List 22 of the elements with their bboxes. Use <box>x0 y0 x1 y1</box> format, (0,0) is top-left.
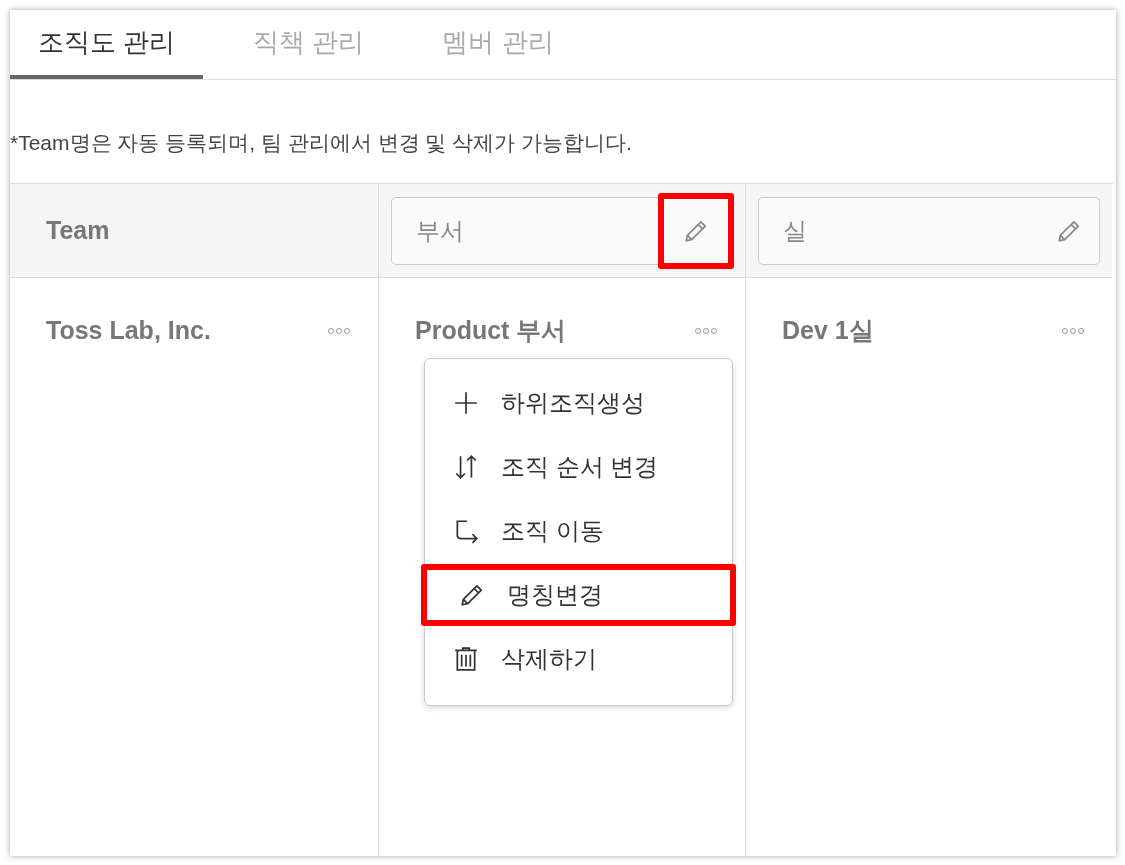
org-node-name[interactable]: Product 부서 <box>415 312 567 350</box>
pencil-icon <box>459 582 485 608</box>
menu-item[interactable]: 조직 순서 변경 <box>425 435 732 499</box>
org-node-name[interactable]: Toss Lab, Inc. <box>46 312 211 350</box>
plus-icon <box>453 390 479 416</box>
turn-arrow-icon <box>453 518 479 544</box>
notice-text: *Team명은 자동 등록되며, 팀 관리에서 변경 및 삭제가 가능합니다. <box>10 129 633 156</box>
menu-item[interactable]: 삭제하기 <box>425 627 732 691</box>
sort-arrows-icon <box>453 454 479 480</box>
trash-icon <box>453 646 479 672</box>
org-node-name[interactable]: Dev 1실 <box>782 312 874 350</box>
menu-item[interactable]: 조직 이동 <box>425 499 732 563</box>
menu-item[interactable]: 하위조직생성 <box>425 371 732 435</box>
menu-item[interactable]: 명칭변경 <box>421 564 736 626</box>
tab[interactable]: 멤버 관리 <box>414 10 582 79</box>
field-value: 실 <box>783 215 808 246</box>
edit-button[interactable] <box>658 192 734 269</box>
tab[interactable]: 직책 관리 <box>225 10 393 79</box>
header-field[interactable]: 실 <box>758 196 1100 265</box>
tab[interactable]: 조직도 관리 <box>10 10 204 79</box>
field-value: 부서 <box>416 215 465 246</box>
column-header: Team <box>45 215 110 244</box>
